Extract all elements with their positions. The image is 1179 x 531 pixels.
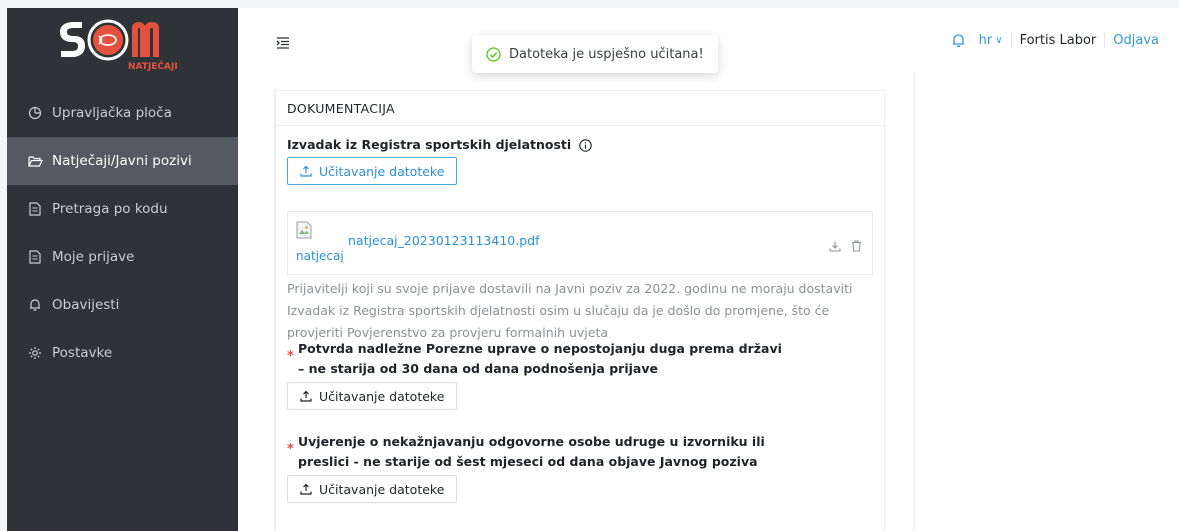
document-section: Izvadak iz Registra sportskih djelatnost… [287,135,592,185]
sidebar-item-label: Natječaji/Javni pozivi [52,153,192,169]
sidebar-item-natjecaji[interactable]: Natječaji/Javni pozivi [7,137,238,185]
sidebar-item-postavke[interactable]: Postavke [7,329,238,377]
file-name-link[interactable]: natjecaj_20230123113410.pdf [348,233,540,248]
document-section: * Potvrda nadležne Porezne uprave o nepo… [287,339,782,410]
language-label: hr [978,33,993,48]
upload-button-label: Učitavanje datoteke [319,163,445,179]
check-circle-icon [486,46,501,62]
dashboard-icon [27,106,43,120]
upload-button[interactable]: Učitavanje datoteke [287,382,458,410]
brand-label: NATJEČAJI [128,60,178,72]
menu-toggle-icon[interactable] [276,34,290,53]
broken-image-icon [296,221,344,243]
info-icon[interactable] [579,138,592,152]
sidebar-item-label: Postavke [52,345,113,361]
required-field: * Potvrda nadležne Porezne uprave o nepo… [287,339,782,379]
sidebar-item-label: Upravljačka ploča [52,105,172,121]
delete-icon[interactable] [851,237,862,256]
section-note: Prijavitelji koji su svoje prijave dosta… [287,281,853,340]
sidebar-item-dashboard[interactable]: Upravljačka ploča [7,89,238,137]
upload-button[interactable]: Učitavanje datoteke [287,475,458,503]
sidebar-item-label: Obavijesti [52,297,120,313]
upload-icon [300,165,312,177]
toast-message: Datoteka je uspješno učitana! [509,46,704,62]
logout-link[interactable]: Odjava [1105,33,1159,48]
document-section: * Uvjerenje o nekažnjavanju odgovorne os… [287,432,765,503]
notification-bell-icon[interactable] [952,33,965,48]
uploaded-file-row: natjecaj_20230123113410.pdf natjecaj_202… [287,211,873,275]
card-title: DOKUMENTACIJA [276,91,884,126]
file-actions [829,237,862,256]
bell-icon [27,298,43,312]
required-asterisk: * [287,442,294,457]
logo[interactable]: NATJEČAJI [7,8,238,80]
sidebar-item-obavijesti[interactable]: Obavijesti [7,281,238,329]
file-icon [27,250,43,264]
sidebar-item-label: Pretraga po kodu [52,201,168,217]
upload-button-label: Učitavanje datoteke [319,388,445,404]
som-logo-icon: NATJEČAJI [59,19,178,72]
success-toast: Datoteka je uspješno učitana! [472,35,718,73]
divider [914,72,915,531]
file-thumbnail[interactable]: natjecaj_20230123113410.pdf [296,221,344,271]
folder-open-icon [27,155,43,168]
header-actions: hr ∨ Fortis Labor Odjava [952,33,1159,48]
section-title-line2: – ne starija od 30 dana od dana podnošen… [298,361,658,376]
user-name[interactable]: Fortis Labor [1012,33,1106,48]
upload-icon [300,483,312,495]
required-asterisk: * [287,349,294,364]
section-title: Izvadak iz Registra sportskih djelatnost… [287,135,592,155]
file-icon [27,202,43,216]
language-selector[interactable]: hr ∨ [979,33,1012,48]
upload-icon [300,390,312,402]
sidebar-item-pretraga[interactable]: Pretraga po kodu [7,185,238,233]
section-title-line1: Potvrda nadležne Porezne uprave o nepost… [298,341,782,356]
upload-button-label: Učitavanje datoteke [319,481,445,497]
upload-button[interactable]: Učitavanje datoteke [287,157,458,185]
documentation-card: DOKUMENTACIJA Izvadak iz Registra sports… [275,90,885,531]
sidebar: NATJEČAJI Upravljačka ploča Natječaji/Ja… [7,8,238,531]
required-field: * Uvjerenje o nekažnjavanju odgovorne os… [287,432,765,472]
section-title-text: Izvadak iz Registra sportskih djelatnost… [287,137,572,152]
section-title-line2: preslici - ne starije od šest mjeseci od… [298,454,758,469]
file-thumbnail-alt: natjecaj_20230123113410.pdf [296,249,344,263]
sidebar-item-label: Moje prijave [52,249,135,265]
section-title-line1: Uvjerenje o nekažnjavanju odgovorne osob… [298,434,765,449]
sidebar-item-moje-prijave[interactable]: Moje prijave [7,233,238,281]
gear-icon [27,346,43,360]
sidebar-nav: Upravljačka ploča Natječaji/Javni pozivi… [7,89,238,377]
main-content: DOKUMENTACIJA Izvadak iz Registra sports… [238,72,1179,531]
download-icon[interactable] [829,237,841,256]
chevron-down-icon: ∨ [995,35,1003,46]
